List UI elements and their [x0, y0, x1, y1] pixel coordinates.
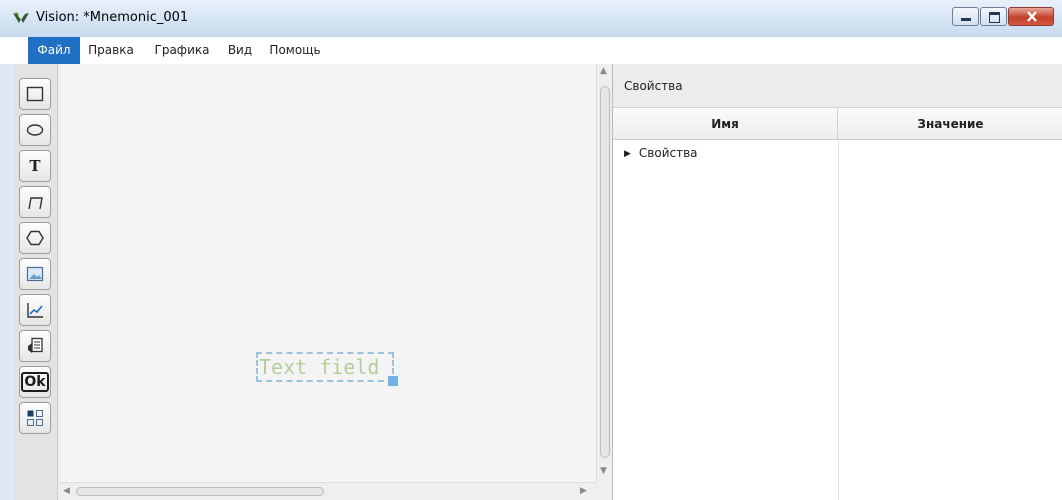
ellipse-icon	[26, 124, 44, 136]
document-tool-button[interactable]	[19, 330, 51, 362]
scroll-down-icon[interactable]: ▼	[600, 466, 607, 476]
main-area: T Ok Text field ▲ ▼ ◀ ▶ Свойства Имя Зна…	[14, 64, 1062, 500]
minimize-button[interactable]	[952, 7, 979, 26]
menu-edit[interactable]: Правка	[82, 37, 140, 64]
column-divider	[838, 140, 839, 500]
canvas-horizontal-scrollbar[interactable]: ◀ ▶	[60, 482, 596, 500]
button-icon: Ok	[21, 372, 49, 392]
document-icon	[28, 337, 43, 353]
canvas-vertical-scrollbar[interactable]: ▲ ▼	[596, 64, 612, 482]
rectangle-icon	[26, 86, 44, 102]
resize-handle[interactable]	[388, 376, 398, 386]
maximize-button[interactable]	[980, 7, 1007, 26]
rectangle-tool-button[interactable]	[19, 78, 51, 110]
app-logo-icon	[13, 12, 29, 23]
column-header-name[interactable]: Имя	[613, 108, 838, 140]
close-icon	[1027, 11, 1037, 22]
widget-grid-icon	[27, 410, 43, 426]
text-icon: T	[29, 157, 41, 175]
menu-help[interactable]: Помощь	[262, 37, 328, 64]
menu-file[interactable]: Файл	[28, 37, 80, 64]
scroll-corner	[596, 482, 612, 500]
toolbox: T Ok	[14, 64, 58, 500]
tree-item-label: Свойства	[638, 146, 698, 160]
ellipse-tool-button[interactable]	[19, 114, 51, 146]
polyline-icon	[28, 197, 43, 210]
trend-chart-icon	[27, 303, 43, 318]
polygon-icon	[26, 230, 44, 246]
expand-arrow-icon[interactable]: ▶	[624, 149, 631, 159]
tree-item-properties[interactable]: ▶ Свойства	[624, 146, 698, 160]
scroll-up-icon[interactable]: ▲	[600, 66, 607, 76]
mnemonic-canvas[interactable]: Text field	[60, 64, 596, 482]
image-tool-button[interactable]	[19, 258, 51, 290]
polygon-tool-button[interactable]	[19, 222, 51, 254]
polyline-tool-button[interactable]	[19, 186, 51, 218]
image-icon	[26, 266, 44, 282]
scroll-left-icon[interactable]: ◀	[63, 486, 70, 496]
title-bar[interactable]: Vision: *Mnemonic_001	[0, 0, 1062, 36]
properties-title: Свойства	[624, 79, 683, 93]
menu-bar: Файл Правка Графика Вид Помощь	[0, 36, 1062, 64]
trend-chart-tool-button[interactable]	[19, 294, 51, 326]
properties-panel: Свойства Имя Значение ▶ Свойства	[612, 64, 1062, 500]
properties-header: Свойства	[613, 64, 1062, 108]
close-button[interactable]	[1008, 7, 1054, 26]
scroll-right-icon[interactable]: ▶	[580, 486, 587, 496]
canvas-text-field[interactable]: Text field	[256, 352, 394, 382]
button-tool-button[interactable]: Ok	[19, 366, 51, 398]
column-header-value[interactable]: Значение	[838, 108, 1062, 140]
menu-view[interactable]: Вид	[222, 37, 258, 64]
text-tool-button[interactable]: T	[19, 150, 51, 182]
widget-tool-button[interactable]	[19, 402, 51, 434]
menu-graphics[interactable]: Графика	[148, 37, 216, 64]
window-title: Vision: *Mnemonic_001	[36, 10, 189, 25]
horizontal-scroll-thumb[interactable]	[76, 487, 324, 496]
vertical-scroll-thumb[interactable]	[600, 86, 610, 458]
